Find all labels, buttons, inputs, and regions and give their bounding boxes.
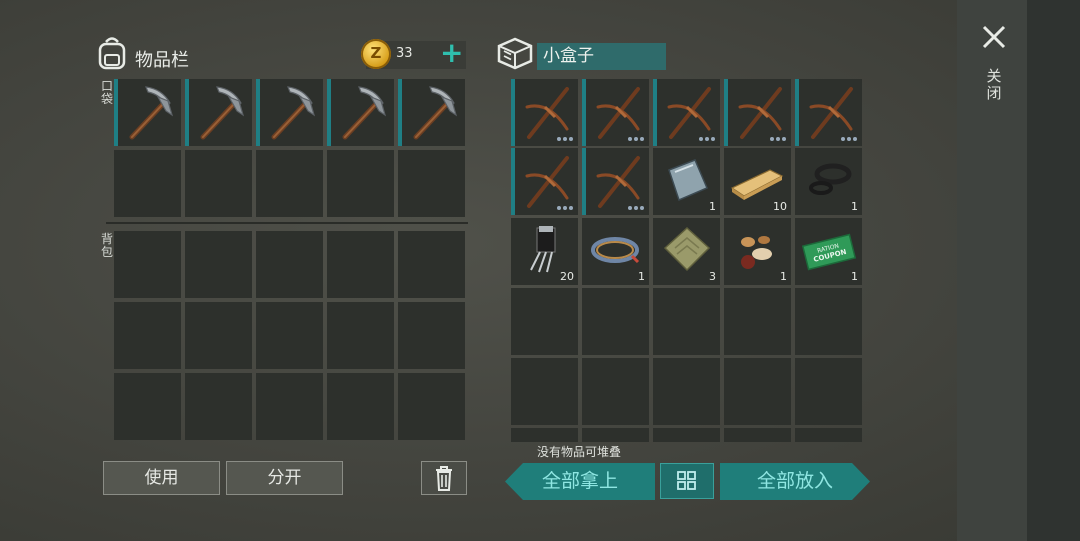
pocket-slot[interactable] <box>398 150 465 217</box>
pocket-slot[interactable] <box>114 79 181 146</box>
backpack-slot[interactable] <box>185 231 252 298</box>
item-count: 10 <box>773 200 787 213</box>
pocket-divider <box>106 222 468 224</box>
no-stack-hint: 没有物品可堆叠 <box>537 445 622 459</box>
coin-icon: Z <box>361 39 391 69</box>
container-slot[interactable] <box>511 288 578 355</box>
container-slot[interactable] <box>511 428 578 442</box>
close-label[interactable]: 关闭 <box>986 68 1002 102</box>
pocket-slot[interactable] <box>327 79 394 146</box>
side-edge <box>1027 0 1080 541</box>
backpack-slot[interactable] <box>256 302 323 369</box>
item-count: 1 <box>638 270 645 283</box>
container-slot[interactable]: RATION COUPON 1 <box>795 218 862 285</box>
durability-dots <box>699 137 715 141</box>
durability-dots <box>770 137 786 141</box>
container-slot[interactable]: 20 <box>511 218 578 285</box>
backpack-slot[interactable] <box>398 302 465 369</box>
put-all-button[interactable]: 全部放入 <box>720 463 870 500</box>
container-name[interactable]: 小盒子 <box>537 43 666 70</box>
backpack-slot[interactable] <box>114 302 181 369</box>
use-button[interactable]: 使用 <box>103 461 220 495</box>
container-slot[interactable] <box>795 428 862 442</box>
container-slot[interactable] <box>653 358 720 425</box>
grid-icon <box>677 471 696 490</box>
add-coins-button[interactable]: + <box>440 38 463 68</box>
container-slot[interactable]: 1 <box>582 218 649 285</box>
container-slot[interactable]: 1 <box>795 148 862 215</box>
delete-button[interactable] <box>421 461 467 495</box>
backpack-slot[interactable] <box>327 373 394 440</box>
container-slot[interactable]: 1 <box>724 218 791 285</box>
pocket-slot[interactable] <box>327 150 394 217</box>
pocket-slot[interactable] <box>398 79 465 146</box>
backpack-slot[interactable] <box>256 373 323 440</box>
pocket-slot[interactable] <box>256 79 323 146</box>
close-icon[interactable] <box>980 22 1008 52</box>
container-slot[interactable]: 10 <box>724 148 791 215</box>
inventory-title: 物品栏 <box>135 50 189 71</box>
coin-count: 33 <box>396 46 413 61</box>
item-count: 1 <box>709 200 716 213</box>
container-slot[interactable] <box>653 288 720 355</box>
container-slot[interactable]: 3 <box>653 218 720 285</box>
box-icon <box>497 37 533 70</box>
container-slot[interactable] <box>511 148 578 215</box>
durability-dots <box>557 137 573 141</box>
container-slot[interactable] <box>511 358 578 425</box>
take-all-button[interactable]: 全部拿上 <box>505 463 655 500</box>
durability-dots <box>628 206 644 210</box>
pocket-label: 口袋 <box>100 79 113 106</box>
container-slot[interactable] <box>724 288 791 355</box>
container-slot[interactable] <box>724 358 791 425</box>
container-slot[interactable] <box>582 288 649 355</box>
container-slot[interactable] <box>653 428 720 442</box>
container-slot[interactable] <box>653 79 720 146</box>
backpack-icon <box>98 37 126 70</box>
pocket-slot[interactable] <box>185 79 252 146</box>
container-slot[interactable] <box>795 79 862 146</box>
durability-dots <box>841 137 857 141</box>
item-count: 20 <box>560 270 574 283</box>
backpack-slot[interactable] <box>327 302 394 369</box>
container-slot[interactable] <box>795 288 862 355</box>
container-slot[interactable] <box>582 148 649 215</box>
container-slot[interactable] <box>582 358 649 425</box>
item-count: 1 <box>851 270 858 283</box>
backpack-slot[interactable] <box>327 231 394 298</box>
item-count: 1 <box>780 270 787 283</box>
container-slot[interactable] <box>795 358 862 425</box>
backpack-slot[interactable] <box>256 231 323 298</box>
pocket-slot[interactable] <box>256 150 323 217</box>
backpack-slot[interactable] <box>114 373 181 440</box>
container-slot[interactable] <box>724 428 791 442</box>
item-count: 3 <box>709 270 716 283</box>
backpack-slot[interactable] <box>114 231 181 298</box>
trash-icon <box>436 466 452 491</box>
backpack-slot[interactable] <box>398 373 465 440</box>
container-slot[interactable] <box>582 428 649 442</box>
backpack-label: 背包 <box>100 232 113 259</box>
sort-button[interactable] <box>660 463 714 499</box>
backpack-slot[interactable] <box>398 231 465 298</box>
split-button[interactable]: 分开 <box>226 461 343 495</box>
backpack-slot[interactable] <box>185 373 252 440</box>
pocket-slot[interactable] <box>185 150 252 217</box>
durability-dots <box>628 137 644 141</box>
durability-dots <box>557 206 573 210</box>
pocket-slot[interactable] <box>114 150 181 217</box>
backpack-slot[interactable] <box>185 302 252 369</box>
container-slot[interactable] <box>582 79 649 146</box>
container-slot[interactable] <box>724 79 791 146</box>
item-count: 1 <box>851 200 858 213</box>
container-slot[interactable] <box>511 79 578 146</box>
container-slot[interactable]: 1 <box>653 148 720 215</box>
